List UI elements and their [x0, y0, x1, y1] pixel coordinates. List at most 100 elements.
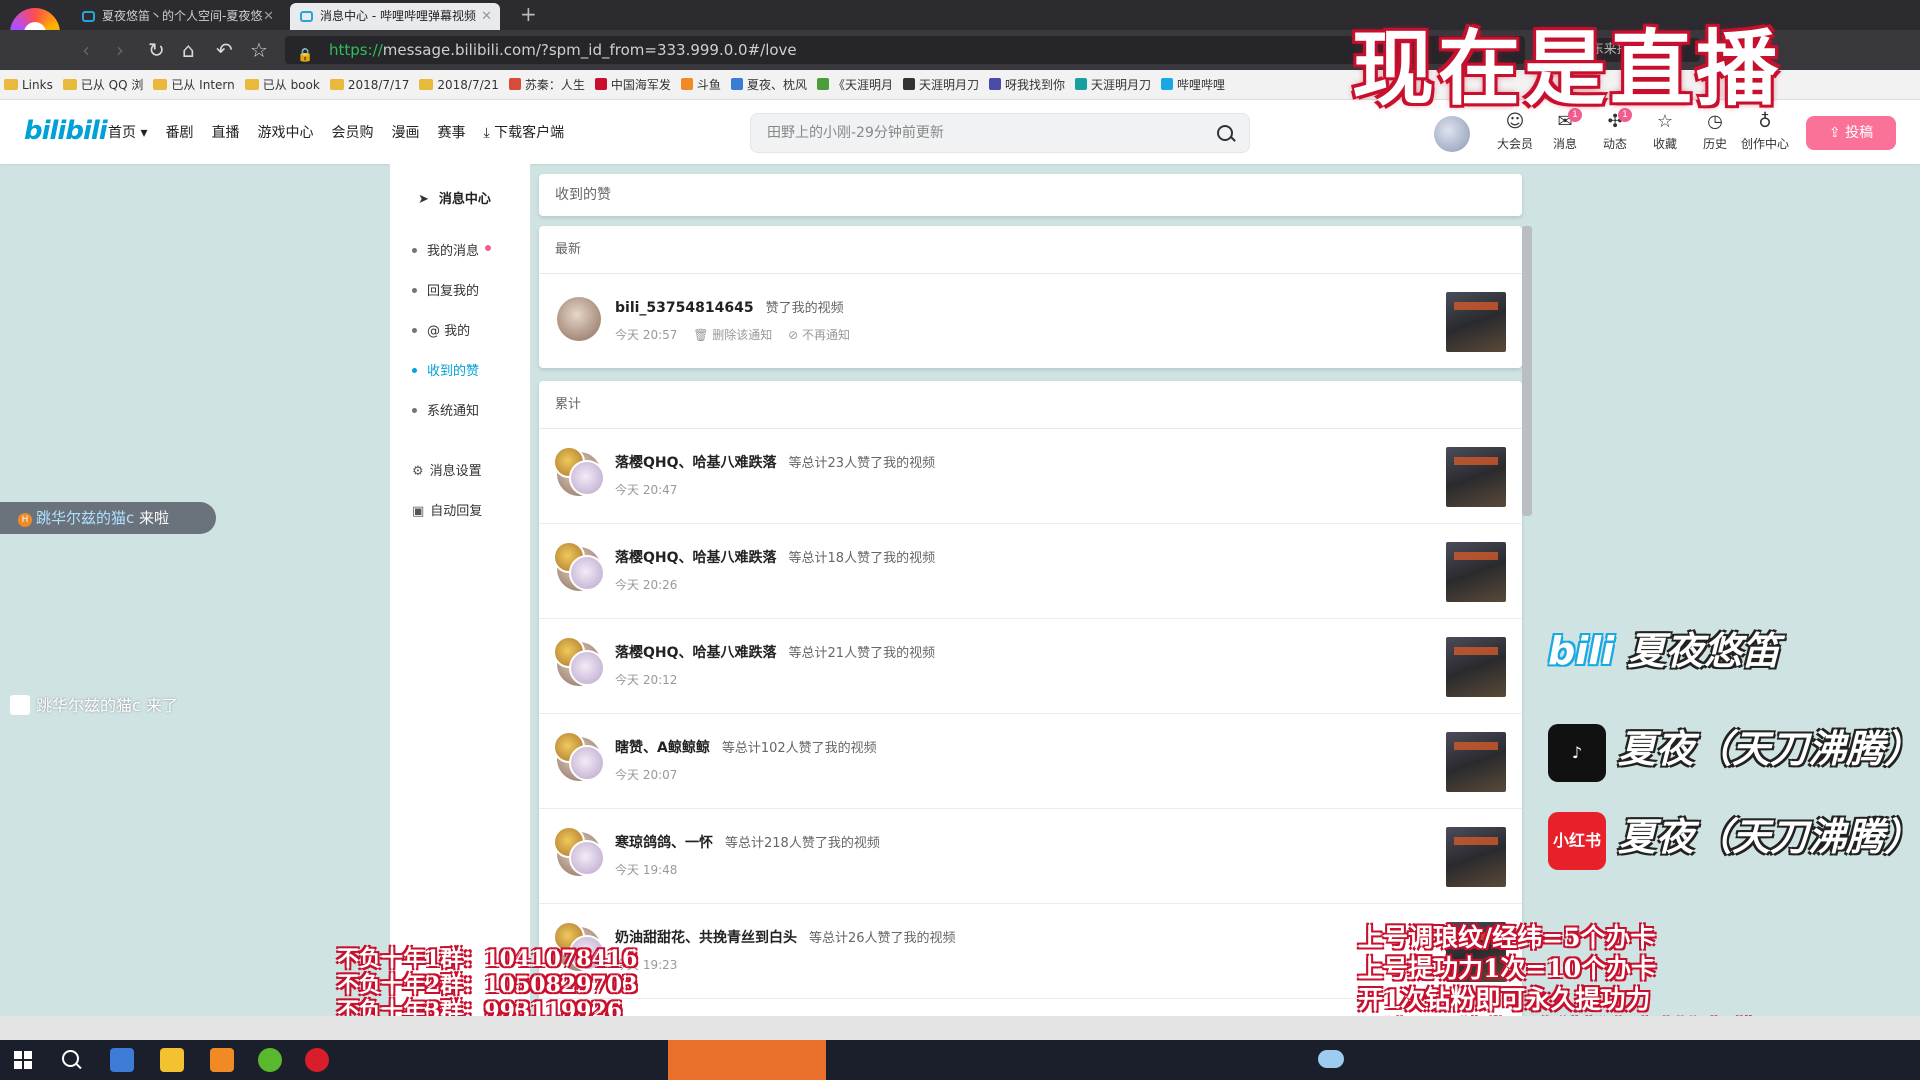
bookmark-label: 2018/7/21 — [437, 78, 499, 92]
bookmark-item[interactable]: 中国海军发 — [591, 70, 677, 99]
video-thumbnail[interactable] — [1446, 447, 1506, 507]
sidebar-item-label: 自动回复 — [430, 504, 483, 519]
bookmark-item[interactable]: 2018/7/21 — [415, 70, 505, 99]
app-owl-icon[interactable] — [160, 1048, 184, 1072]
bookmark-item[interactable]: 已从 Intern — [149, 70, 240, 99]
bookmark-item[interactable]: 《天涯明月 — [813, 70, 899, 99]
sidebar-item-label: 我的消息 — [427, 244, 480, 259]
list-item[interactable]: 落樱QHQ、哈基八难跌落 等总计21人赞了我的视频 今天 20:12 — [539, 619, 1522, 714]
upload-button[interactable]: ⇪ 投稿 — [1806, 116, 1896, 150]
liker-name-link[interactable]: 落樱QHQ、哈基八难跌落 — [615, 455, 777, 471]
list-item[interactable]: 瞎赞、A鲸鲸鲸 等总计102人赞了我的视频 今天 20:07 — [539, 714, 1522, 809]
new-tab-button[interactable]: + — [520, 2, 537, 26]
liker-name-link[interactable]: 奶油甜甜花、共挽青丝到白头 — [615, 930, 797, 946]
bookmark-item[interactable]: 已从 QQ 浏 — [59, 70, 150, 99]
nav-item[interactable]: 游戏中心 — [257, 125, 313, 141]
nav-item[interactable]: ⤓ 下载客户端 — [483, 125, 564, 141]
site-favicon — [1161, 78, 1174, 90]
bookmark-item[interactable]: 夏夜、枕风 — [727, 70, 813, 99]
nav-item[interactable]: 直播 — [211, 125, 239, 141]
bookmark-item[interactable]: 苏秦：人生 — [505, 70, 591, 99]
bookmark-item[interactable]: Links — [0, 70, 59, 99]
sidebar-item-my-messages[interactable]: 我的消息 — [412, 240, 492, 259]
browser-tab-space[interactable]: 夏夜悠笛丶的个人空间-夏夜悠 ✕ — [72, 3, 282, 30]
search-input[interactable]: 田野上的小刚-29分钟前更新 — [750, 113, 1250, 153]
bookmark-item[interactable]: 哔哩哔哩 — [1157, 70, 1231, 99]
nav-item[interactable]: 赛事 — [437, 125, 465, 141]
list-item[interactable]: 落樱QHQ、哈基八难跌落 等总计23人赞了我的视频 今天 20:47 — [539, 429, 1522, 524]
unread-dot — [485, 245, 492, 251]
nav-item[interactable]: 会员购 — [331, 125, 373, 141]
site-favicon — [508, 78, 521, 90]
avatar[interactable] — [1434, 116, 1470, 152]
list-item[interactable]: 寒琼鸽鸽、一怀 等总计218人赞了我的视频 今天 19:48 — [539, 809, 1522, 904]
user-icon — [10, 695, 30, 715]
video-thumbnail[interactable] — [1446, 637, 1506, 697]
sidebar-item-label: 回复我的 — [427, 284, 480, 299]
list-item[interactable]: bili_53754814645 赞了我的视频 今天 20:57 🗑 删除该通知 … — [539, 274, 1522, 368]
bookmark-item[interactable]: 已从 book — [241, 70, 326, 99]
video-thumbnail[interactable] — [1446, 827, 1506, 887]
video-thumbnail[interactable] — [1446, 732, 1506, 792]
search-icon[interactable] — [1213, 114, 1237, 152]
like-action: 等总计218人赞了我的视频 — [725, 836, 880, 851]
sidebar-item-system[interactable]: 系统通知 — [412, 400, 479, 419]
timestamp: 今天 20:26 — [615, 578, 678, 592]
liker-name-link[interactable]: 寒琼鸽鸽、一怀 — [615, 835, 713, 851]
weather-icon[interactable] — [1318, 1050, 1344, 1068]
video-thumbnail[interactable] — [1446, 292, 1506, 352]
like-action: 等总计18人赞了我的视频 — [788, 551, 936, 566]
avatar[interactable] — [557, 297, 601, 341]
bookmark-item[interactable]: 天涯明月刀 — [899, 70, 985, 99]
delete-notice-button[interactable]: 🗑 删除该通知 — [693, 328, 772, 342]
browser-tab-message[interactable]: 消息中心 - 哔哩哔哩弹幕视频 ✕ — [290, 3, 500, 30]
close-icon[interactable]: ✕ — [481, 3, 492, 30]
nav-item[interactable]: 漫画 — [391, 125, 419, 141]
sidebar-item-auto-reply[interactable]: ▣ 自动回复 — [412, 500, 482, 519]
avatar-group[interactable] — [553, 446, 605, 496]
star-icon[interactable]: ☆ — [250, 38, 268, 62]
bilibili-logo[interactable]: bilibili — [24, 116, 108, 146]
scrollbar[interactable] — [1522, 226, 1532, 516]
reload-icon[interactable]: ↻ — [148, 38, 165, 62]
url-field[interactable]: 🔒 https://message.bilibili.com/?spm_id_f… — [285, 36, 1525, 64]
avatar-group[interactable] — [553, 541, 605, 591]
bookmark-item[interactable]: 呀我找到你 — [985, 70, 1071, 99]
undo-icon[interactable]: ↶ — [216, 38, 233, 62]
latest-card: 最新 bili_53754814645 赞了我的视频 今天 20:57 🗑 删除该… — [539, 226, 1522, 368]
sidebar-item-replies[interactable]: 回复我的 — [412, 280, 479, 299]
liker-name-link[interactable]: 瞎赞、A鲸鲸鲸 — [615, 740, 710, 756]
liker-name-link[interactable]: bili_53754814645 — [615, 300, 754, 316]
bookmark-item[interactable]: 斗鱼 — [677, 70, 727, 99]
calculator-icon[interactable] — [110, 1048, 134, 1072]
header-icon-label: 创作中心 — [1740, 137, 1789, 151]
bookmark-item[interactable]: 2018/7/17 — [326, 70, 416, 99]
nav-item[interactable]: 番剧 — [165, 125, 193, 141]
video-thumbnail[interactable] — [1446, 542, 1506, 602]
avatar-group[interactable] — [553, 731, 605, 781]
app-green-icon[interactable] — [258, 1048, 282, 1072]
close-icon[interactable]: ✕ — [263, 3, 274, 30]
reply-icon: ▣ — [412, 504, 425, 519]
sidebar-item-settings[interactable]: ⚙ 消息设置 — [412, 460, 482, 479]
avatar-group[interactable] — [553, 636, 605, 686]
back-icon[interactable]: ‹ — [82, 38, 90, 62]
forward-icon[interactable]: › — [116, 38, 124, 62]
sidebar-item-mentions[interactable]: @ 我的 — [412, 320, 470, 339]
nav-item[interactable]: 首页 ▾ — [108, 125, 147, 141]
windows-start-icon[interactable] — [14, 1051, 32, 1069]
sidebar-title-label: 消息中心 — [438, 192, 491, 207]
site-favicon — [680, 78, 693, 90]
liker-name-link[interactable]: 落樱QHQ、哈基八难跌落 — [615, 550, 777, 566]
search-icon[interactable] — [62, 1050, 82, 1070]
home-icon[interactable]: ⌂ — [182, 38, 195, 62]
sidebar-item-likes[interactable]: 收到的赞 — [412, 360, 479, 379]
app-red-icon[interactable] — [305, 1048, 329, 1072]
taskbar-active-app[interactable] — [668, 1040, 826, 1080]
list-item[interactable]: 落樱QHQ、哈基八难跌落 等总计18人赞了我的视频今天 20:26 — [539, 524, 1522, 619]
bookmark-item[interactable]: 天涯明月刀 — [1071, 70, 1157, 99]
mute-notice-button[interactable]: ⊘ 不再通知 — [788, 328, 850, 342]
liker-name-link[interactable]: 落樱QHQ、哈基八难跌落 — [615, 645, 777, 661]
app-game-icon[interactable] — [210, 1048, 234, 1072]
avatar-group[interactable] — [553, 826, 605, 876]
